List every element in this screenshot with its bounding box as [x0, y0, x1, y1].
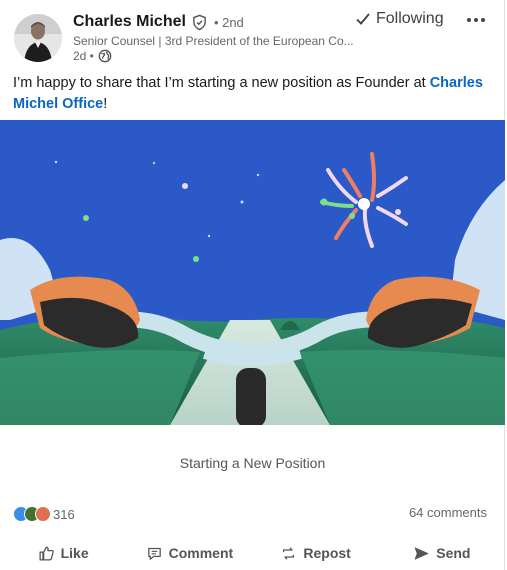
repost-icon — [283, 546, 295, 560]
love-reaction-icon — [35, 506, 51, 522]
comment-icon — [147, 547, 161, 560]
globe-icon — [98, 49, 112, 63]
post-text: I’m happy to share that I’m starting a n… — [13, 73, 493, 115]
connection-degree: • 2nd — [213, 14, 244, 30]
image-caption: Starting a New Position — [179, 454, 326, 471]
comment-label: Comment — [168, 545, 234, 561]
author-name-row: Charles Michel • 2nd — [73, 13, 244, 31]
feed-post-card: Charles Michel • 2nd Senior Counsel | 3r… — [0, 0, 505, 570]
author-headline: Senior Counsel | 3rd President of the Eu… — [73, 34, 354, 48]
send-label: Send — [436, 545, 471, 561]
author-avatar[interactable] — [14, 14, 62, 62]
send-icon — [414, 546, 429, 560]
reactions-count: 316 — [53, 506, 75, 522]
following-button[interactable]: Following — [355, 10, 444, 28]
reactions-summary[interactable]: 316 — [13, 505, 75, 523]
post-time: 2d • — [73, 49, 94, 63]
post-illustration[interactable] — [0, 120, 505, 425]
verified-badge-icon — [191, 14, 208, 31]
author-name[interactable]: Charles Michel — [73, 13, 186, 31]
comment-button[interactable]: Comment — [126, 536, 252, 570]
post-text-end: ! — [103, 96, 108, 112]
checkmark-icon — [355, 11, 371, 27]
thumbs-up-icon — [39, 545, 54, 561]
post-text-body: I’m happy to share that I’m starting a n… — [13, 75, 430, 91]
comments-count[interactable]: 64 comments — [409, 505, 487, 520]
action-bar: Like Comment Repost Send — [0, 536, 505, 570]
send-button[interactable]: Send — [379, 536, 505, 570]
more-options-icon[interactable] — [462, 8, 490, 32]
post-meta: 2d • — [73, 49, 112, 63]
repost-label: Repost — [303, 545, 351, 561]
like-button[interactable]: Like — [0, 536, 126, 570]
like-label: Like — [60, 545, 89, 561]
following-label: Following — [376, 10, 444, 27]
repost-button[interactable]: Repost — [253, 536, 379, 570]
reaction-icons — [13, 506, 51, 522]
